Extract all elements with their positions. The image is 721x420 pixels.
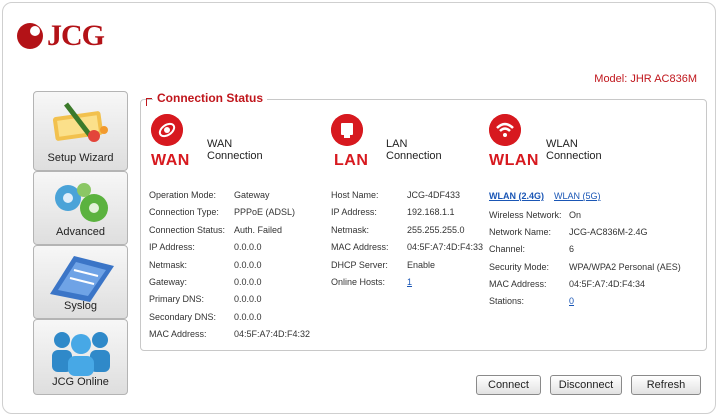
connect-button[interactable]: Connect xyxy=(476,375,541,395)
users-icon xyxy=(52,332,110,376)
detail-key: Primary DNS: xyxy=(149,294,205,305)
detail-value: 0.0.0.0 xyxy=(234,277,262,287)
logo-mark-icon xyxy=(17,23,43,49)
detail-key: DHCP Server: xyxy=(331,259,388,270)
detail-key: IP Address: xyxy=(331,207,377,218)
detail-value: JCG-4DF433 xyxy=(407,190,461,200)
wlan-connection-title: WLAN Connection xyxy=(546,138,602,162)
detail-value: 255.255.255.0 xyxy=(407,224,465,235)
detail-key: Netmask: xyxy=(149,259,188,270)
detail-key: Netmask: xyxy=(331,224,370,235)
detail-value: 0.0.0.0 xyxy=(234,259,262,270)
detail-key: Operation Mode: xyxy=(149,190,217,200)
detail-key: IP Address: xyxy=(149,242,195,253)
wan-icon xyxy=(151,114,183,146)
detail-key: Connection Type: xyxy=(149,207,219,218)
sidebar-item-label: JCG Online xyxy=(52,376,109,388)
detail-value: WPA/WPA2 Personal (AES) xyxy=(569,261,681,272)
detail-value: Auth. Failed xyxy=(234,224,283,235)
detail-value: 04:5F:A7:4D:F4:32 xyxy=(234,329,311,340)
sidebar-item-syslog[interactable]: Syslog xyxy=(33,245,128,319)
detail-value: 0.0.0.0 xyxy=(234,311,262,322)
detail-key: Security Mode: xyxy=(489,261,550,272)
detail-key: MAC Address: xyxy=(331,242,389,253)
detail-value: 192.168.1.1 xyxy=(407,207,455,218)
sidebar-item-advanced[interactable]: Advanced xyxy=(33,171,128,245)
model-label: Model: JHR AC836M xyxy=(594,73,697,85)
detail-key: Stations: xyxy=(489,296,525,306)
detail-key: Host Name: xyxy=(331,190,379,200)
detail-value: On xyxy=(569,210,582,220)
syslog-icon xyxy=(50,256,114,302)
detail-value: Enable xyxy=(407,259,436,270)
detail-key: Network Name: xyxy=(489,227,552,238)
detail-value: 04:5F:A7:4D:F4:34 xyxy=(569,278,646,289)
wlan-big-label: WLAN xyxy=(489,152,539,169)
detail-key: Gateway: xyxy=(149,277,188,287)
sidebar-item-label: Advanced xyxy=(56,226,105,238)
connection-status-panel: Connection Status WAN WAN Connection LAN… xyxy=(140,91,707,351)
lan-connection-title: LAN Connection xyxy=(386,138,442,162)
setup-wizard-icon xyxy=(52,102,108,142)
sidebar-item-label: Setup Wizard xyxy=(47,152,114,164)
disconnect-button[interactable]: Disconnect xyxy=(550,375,622,395)
wifi-icon xyxy=(489,114,521,146)
detail-value: 0.0.0.0 xyxy=(234,294,262,305)
detail-value: PPPoE (ADSL) xyxy=(234,207,296,218)
detail-key: Secondary DNS: xyxy=(149,311,217,322)
lan-big-label: LAN xyxy=(334,152,369,169)
jcg-logo: JCG xyxy=(17,19,105,52)
logo-text: JCG xyxy=(47,19,105,52)
wan-big-label: WAN xyxy=(151,152,190,169)
detail-value-link[interactable]: 0 xyxy=(569,296,574,306)
detail-value-link[interactable]: 1 xyxy=(407,277,412,287)
gears-icon xyxy=(55,183,108,222)
detail-key: Wireless Network: xyxy=(489,210,562,220)
detail-value: 04:5F:A7:4D:F4:33 xyxy=(407,242,484,253)
sidebar-item-label: Syslog xyxy=(63,300,98,312)
sidebar-item-jcg-online[interactable]: JCG Online xyxy=(33,319,128,395)
detail-value: JCG-AC836M-2.4G xyxy=(569,227,648,238)
refresh-button[interactable]: Refresh xyxy=(631,375,701,395)
detail-value: 0.0.0.0 xyxy=(234,242,262,253)
detail-key: MAC Address: xyxy=(489,278,547,289)
router-admin-window: JCG Model: JHR AC836M Setup Wizard Advan… xyxy=(2,2,716,414)
lan-icon xyxy=(331,114,363,146)
panel-title: Connection Status xyxy=(145,91,268,106)
detail-value: 6 xyxy=(569,244,575,255)
tab-wlan-2-4g[interactable]: WLAN (2.4G) xyxy=(489,191,544,201)
detail-key: Online Hosts: xyxy=(331,277,386,287)
tab-wlan-5g[interactable]: WLAN (5G) xyxy=(554,191,601,201)
sidebar-item-setup-wizard[interactable]: Setup Wizard xyxy=(33,91,128,171)
detail-key: Channel: xyxy=(489,244,526,255)
detail-key: Connection Status: xyxy=(149,224,226,235)
wan-connection-title: WAN Connection xyxy=(207,138,263,162)
detail-key: MAC Address: xyxy=(149,329,207,340)
detail-value: Gateway xyxy=(234,190,270,200)
